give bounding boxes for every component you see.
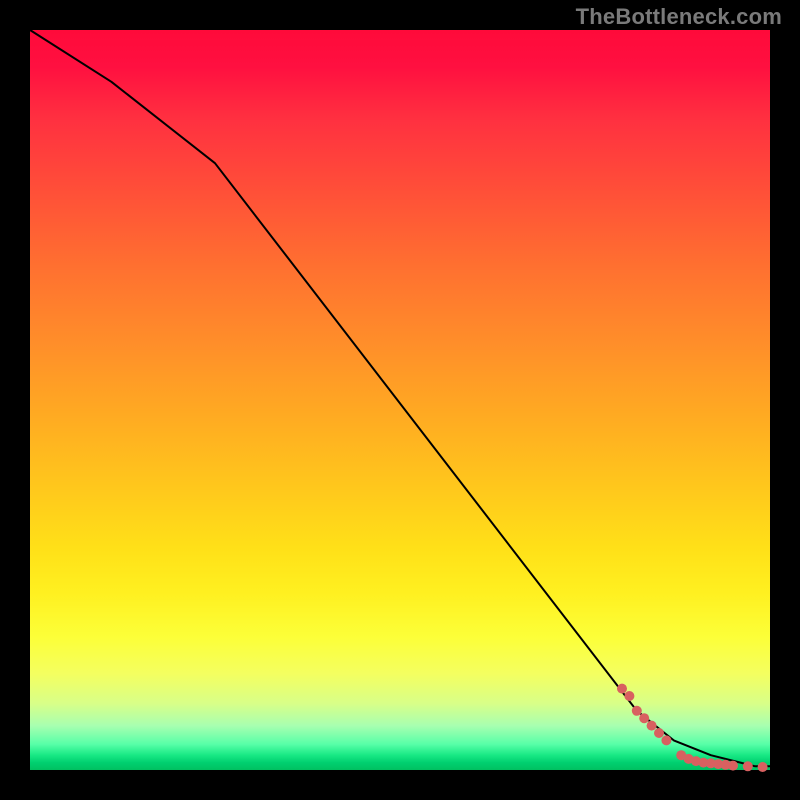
data-point <box>632 706 642 716</box>
data-point <box>654 728 664 738</box>
data-point <box>758 762 768 772</box>
data-point <box>661 735 671 745</box>
data-point <box>647 721 657 731</box>
bottleneck-curve <box>30 30 770 766</box>
data-point <box>728 761 738 771</box>
watermark-text: TheBottleneck.com <box>576 4 782 30</box>
plot-overlay <box>30 30 770 770</box>
data-point <box>639 713 649 723</box>
data-point <box>743 761 753 771</box>
chart-stage: TheBottleneck.com <box>0 0 800 800</box>
data-point <box>617 684 627 694</box>
data-point <box>624 691 634 701</box>
data-point-cluster <box>617 684 768 772</box>
